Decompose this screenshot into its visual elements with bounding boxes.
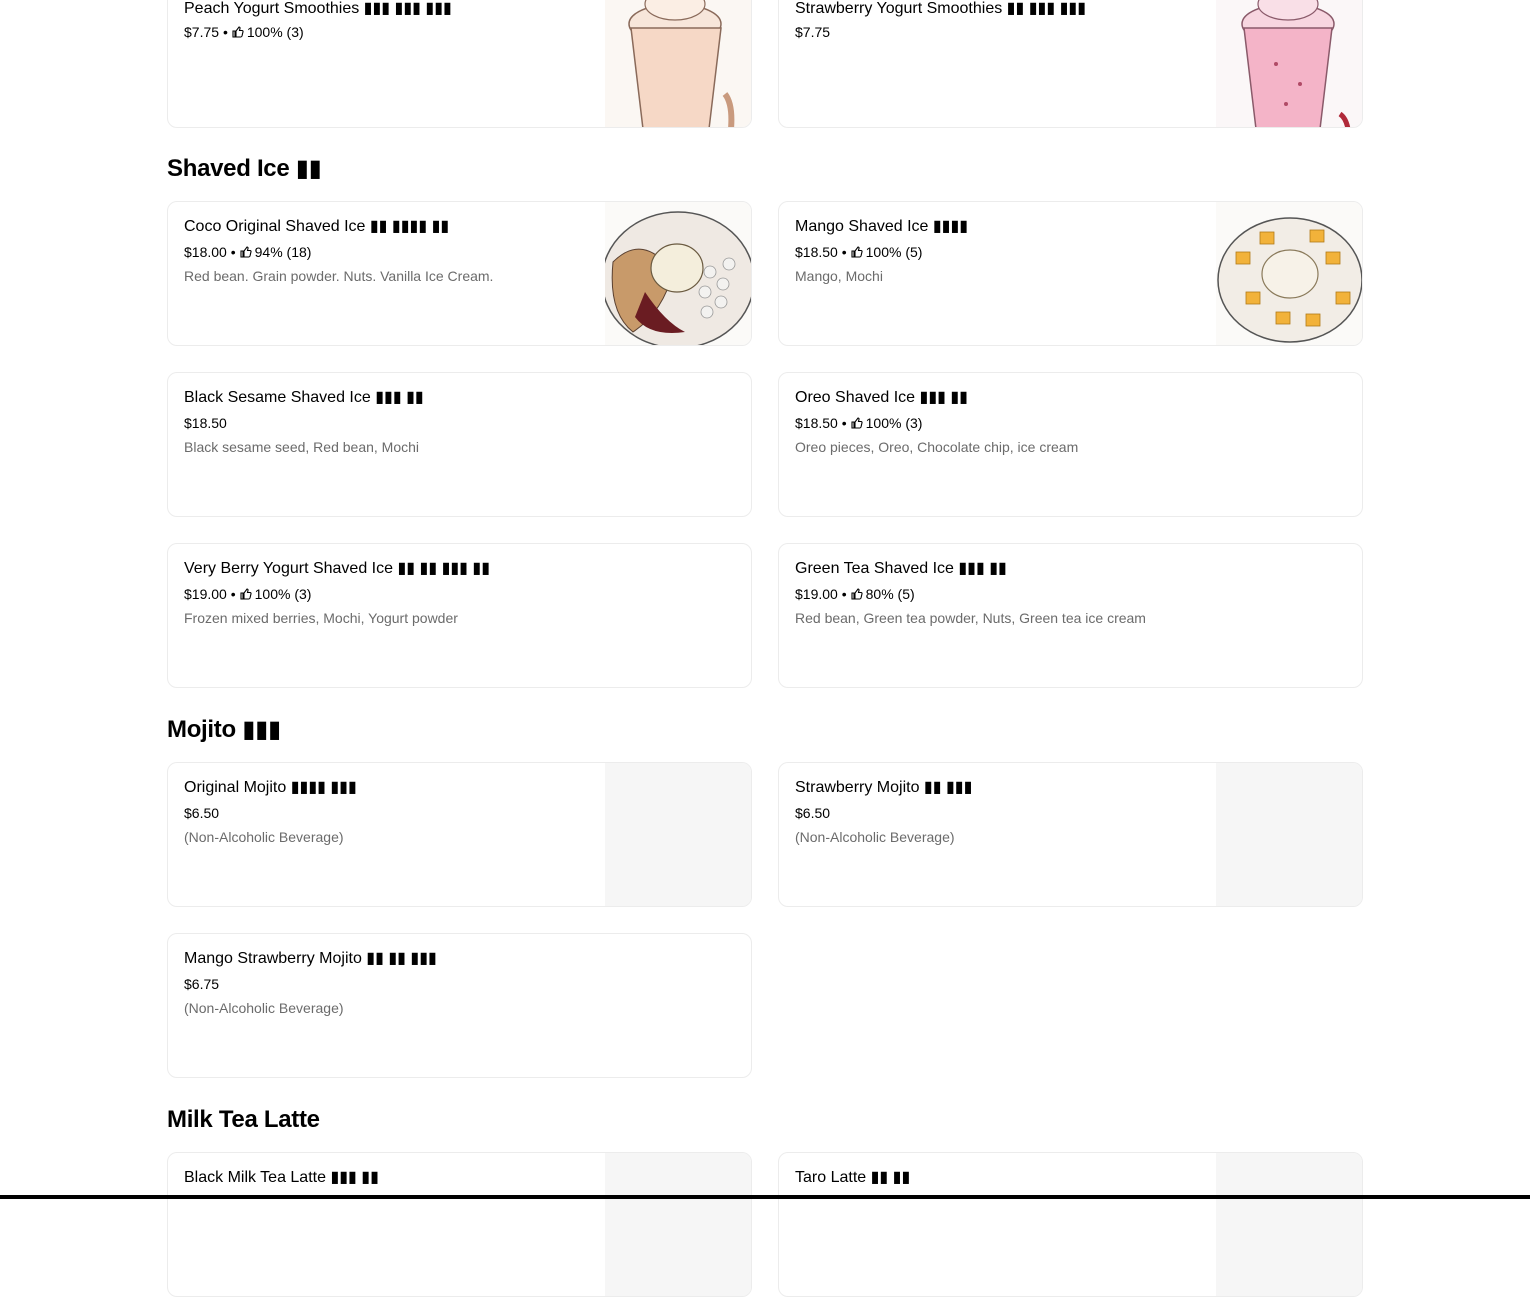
- item-rating: 100% (5): [865, 244, 923, 260]
- item-thumbnail: [605, 0, 751, 127]
- item-price: $19.00: [795, 586, 838, 602]
- item-price: $19.00: [184, 586, 227, 602]
- menu-item-card[interactable]: Mango Shaved Ice ▮▮▮▮ $18.50 • 100% (5) M…: [778, 201, 1363, 346]
- item-name: Original Mojito ▮▮▮▮ ▮▮▮: [184, 779, 357, 796]
- mango-shaved-ice-image: [1216, 202, 1362, 345]
- meta-separator: •: [841, 586, 847, 602]
- item-meta: $18.00 • 94% (18): [184, 242, 311, 262]
- section-title: Milk Tea Latte: [167, 1106, 320, 1133]
- item-name: Oreo Shaved Ice ▮▮▮ ▮▮: [795, 389, 968, 406]
- item-meta: $6.50: [795, 803, 830, 823]
- item-rating: 94% (18): [254, 244, 312, 260]
- item-thumbnail: [1216, 0, 1362, 127]
- item-name: Black Milk Tea Latte ▮▮▮ ▮▮: [184, 1169, 379, 1186]
- thumbs-up-icon: [240, 246, 252, 258]
- item-price: $6.50: [795, 805, 831, 821]
- item-price: $6.50: [184, 805, 220, 821]
- item-rating: 100% (3): [246, 24, 304, 40]
- viewport-bottom-edge: [0, 1195, 1530, 1199]
- item-meta: $19.00 • 100% (3): [184, 584, 311, 604]
- item-description: Black sesame seed, Red bean, Mochi: [184, 439, 420, 455]
- item-thumbnail-placeholder: [1216, 763, 1362, 906]
- item-name: Strawberry Yogurt Smoothies ▮▮ ▮▮▮ ▮▮▮: [795, 0, 1086, 17]
- item-name: Coco Original Shaved Ice ▮▮ ▮▮▮▮ ▮▮: [184, 218, 450, 235]
- item-rating: 100% (3): [254, 586, 312, 602]
- menu-item-card[interactable]: Very Berry Yogurt Shaved Ice ▮▮ ▮▮ ▮▮▮ ▮…: [167, 543, 752, 688]
- item-meta: $18.50 • 100% (5): [795, 242, 922, 262]
- thumbs-up-icon: [851, 588, 863, 600]
- item-thumbnail: [1216, 202, 1362, 345]
- item-price: $6.75: [184, 976, 220, 992]
- item-description: (Non-Alcoholic Beverage): [184, 829, 344, 845]
- thumbs-up-icon: [851, 246, 863, 258]
- menu-item-card[interactable]: Strawberry Mojito ▮▮ ▮▮▮ $6.50 (Non-Alco…: [778, 762, 1363, 907]
- item-name: Taro Latte ▮▮ ▮▮: [795, 1169, 911, 1186]
- meta-separator: •: [222, 24, 228, 40]
- item-name: Strawberry Mojito ▮▮ ▮▮▮: [795, 779, 973, 796]
- meta-separator: •: [230, 586, 236, 602]
- item-description: Red bean, Green tea powder, Nuts, Green …: [795, 610, 1146, 626]
- item-description: Frozen mixed berries, Mochi, Yogurt powd…: [184, 610, 458, 626]
- item-description: (Non-Alcoholic Beverage): [184, 1000, 344, 1016]
- section-title: Mojito ▮▮▮: [167, 716, 281, 743]
- item-price: $18.00: [184, 244, 227, 260]
- thumbs-up-icon: [232, 26, 244, 38]
- section-title: Shaved Ice ▮▮: [167, 155, 322, 182]
- meta-separator: •: [230, 244, 236, 260]
- item-meta: $7.75: [795, 22, 830, 42]
- item-description: Mango, Mochi: [795, 268, 883, 284]
- menu-item-card[interactable]: Taro Latte ▮▮ ▮▮: [778, 1152, 1363, 1297]
- item-price: $18.50: [795, 415, 838, 431]
- menu-item-card[interactable]: Green Tea Shaved Ice ▮▮▮ ▮▮ $19.00 • 80% …: [778, 543, 1363, 688]
- item-thumbnail-placeholder: [605, 763, 751, 906]
- item-rating: 80% (5): [865, 586, 915, 602]
- item-name: Green Tea Shaved Ice ▮▮▮ ▮▮: [795, 560, 1007, 577]
- item-price: $7.75: [184, 24, 220, 40]
- item-description: Red bean. Grain powder. Nuts. Vanilla Ic…: [184, 268, 494, 284]
- item-thumbnail-placeholder: [605, 1153, 751, 1296]
- item-name: Very Berry Yogurt Shaved Ice ▮▮ ▮▮ ▮▮▮ ▮…: [184, 560, 491, 577]
- thumbs-up-icon: [851, 417, 863, 429]
- item-thumbnail: [605, 202, 751, 345]
- item-rating: 100% (3): [865, 415, 923, 431]
- item-meta: $6.75: [184, 974, 219, 994]
- item-description: Oreo pieces, Oreo, Chocolate chip, ice c…: [795, 439, 1079, 455]
- item-name: Black Sesame Shaved Ice ▮▮▮ ▮▮: [184, 389, 424, 406]
- menu-item-card[interactable]: Oreo Shaved Ice ▮▮▮ ▮▮ $18.50 • 100% (3) …: [778, 372, 1363, 517]
- menu-item-card[interactable]: Strawberry Yogurt Smoothies ▮▮ ▮▮▮ ▮▮▮ $…: [778, 0, 1363, 128]
- item-meta: $6.50: [184, 803, 219, 823]
- item-price: $18.50: [184, 415, 227, 431]
- menu-item-card[interactable]: Mango Strawberry Mojito ▮▮ ▮▮ ▮▮▮ $6.75 …: [167, 933, 752, 1078]
- meta-separator: •: [841, 415, 847, 431]
- item-price: $7.75: [795, 24, 831, 40]
- item-description: (Non-Alcoholic Beverage): [795, 829, 955, 845]
- item-meta: $18.50: [184, 413, 227, 433]
- peach-smoothie-image: [605, 0, 751, 127]
- item-meta: $19.00 • 80% (5): [795, 584, 915, 604]
- menu-item-card[interactable]: Peach Yogurt Smoothies ▮▮▮ ▮▮▮ ▮▮▮ $7.75…: [167, 0, 752, 128]
- menu-item-card[interactable]: Black Sesame Shaved Ice ▮▮▮ ▮▮ $18.50 Bl…: [167, 372, 752, 517]
- item-meta: $7.75 • 100% (3): [184, 22, 304, 42]
- item-name: Peach Yogurt Smoothies ▮▮▮ ▮▮▮ ▮▮▮: [184, 0, 452, 17]
- coco-shaved-ice-image: [605, 202, 751, 345]
- strawberry-smoothie-image: [1216, 0, 1362, 127]
- menu-item-card[interactable]: Original Mojito ▮▮▮▮ ▮▮▮ $6.50 (Non-Alco…: [167, 762, 752, 907]
- meta-separator: •: [841, 244, 847, 260]
- item-name: Mango Strawberry Mojito ▮▮ ▮▮ ▮▮▮: [184, 950, 437, 967]
- item-thumbnail-placeholder: [1216, 1153, 1362, 1296]
- item-name: Mango Shaved Ice ▮▮▮▮: [795, 218, 969, 235]
- thumbs-up-icon: [240, 588, 252, 600]
- menu-item-card[interactable]: Black Milk Tea Latte ▮▮▮ ▮▮: [167, 1152, 752, 1297]
- item-price: $18.50: [795, 244, 838, 260]
- item-meta: $18.50 • 100% (3): [795, 413, 922, 433]
- menu-item-card[interactable]: Coco Original Shaved Ice ▮▮ ▮▮▮▮ ▮▮ $18.…: [167, 201, 752, 346]
